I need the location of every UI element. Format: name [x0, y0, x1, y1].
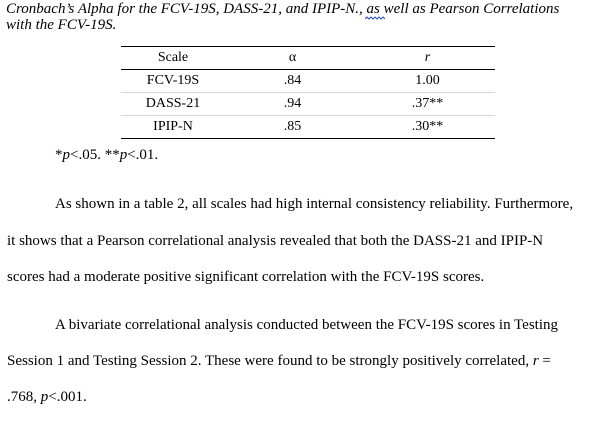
header-r: r: [360, 46, 495, 70]
caption-flagged-word[interactable]: N.: [345, 1, 359, 17]
cell-r: 1.00: [360, 69, 495, 93]
table-row: DASS-21 .94 .37**: [121, 92, 495, 116]
cell-alpha: .84: [225, 69, 360, 93]
paragraph1-line3: scores had a moderate positive significa…: [7, 269, 485, 285]
table-row: IPIP-N .85 .30**: [121, 115, 495, 139]
table-note: *p<.05. **p<.01.: [55, 146, 158, 164]
paragraph2-line3: .768, p<.001.: [7, 388, 87, 406]
header-alpha: α: [225, 46, 360, 70]
caption-text-c: , as well as Pearson Correlations: [359, 1, 560, 17]
note-text-a: <.05. **: [70, 147, 120, 163]
cell-r: .30**: [360, 115, 495, 139]
table-caption-line2: with the FCV-19S.: [6, 17, 117, 33]
header-scale: Scale: [121, 46, 225, 70]
cell-alpha: .94: [225, 92, 360, 116]
table-header-row: Scale α r: [121, 46, 495, 70]
paragraph1-line1: As shown in a table 2, all scales had hi…: [55, 196, 574, 212]
table-caption: Cronbach’s Alpha for the FCV-19S, DASS-2…: [6, 1, 559, 18]
cell-scale: FCV-19S: [121, 69, 225, 93]
grammar-check-underline-icon[interactable]: [365, 16, 385, 20]
paragraph2-line2: Session 1 and Testing Session 2. These w…: [7, 352, 551, 370]
statistics-table: Scale α r FCV-19S .84 1.00 DASS-21 .94 .…: [121, 46, 495, 139]
cell-scale: IPIP-N: [121, 115, 225, 139]
note-p-var: p: [62, 147, 71, 163]
cell-scale: DASS-21: [121, 92, 225, 116]
note-text-b: <.01.: [127, 147, 159, 163]
cell-alpha: .85: [225, 115, 360, 139]
paragraph2-line1: A bivariate correlational analysis condu…: [55, 317, 558, 333]
table-row: FCV-19S .84 1.00: [121, 69, 495, 93]
paragraph1-line2: it shows that a Pearson correlational an…: [7, 233, 544, 249]
cell-r: .37**: [360, 92, 495, 116]
r-value: .768,: [7, 389, 41, 405]
paragraph2-text: Session 1 and Testing Session 2. These w…: [7, 353, 533, 369]
equals-sign: =: [538, 353, 551, 369]
p-value: <.001.: [48, 389, 87, 405]
note-prefix: *: [55, 147, 63, 163]
caption-text-a: Cronbach’s Alpha for the FCV-19S, DASS-2…: [6, 1, 346, 17]
